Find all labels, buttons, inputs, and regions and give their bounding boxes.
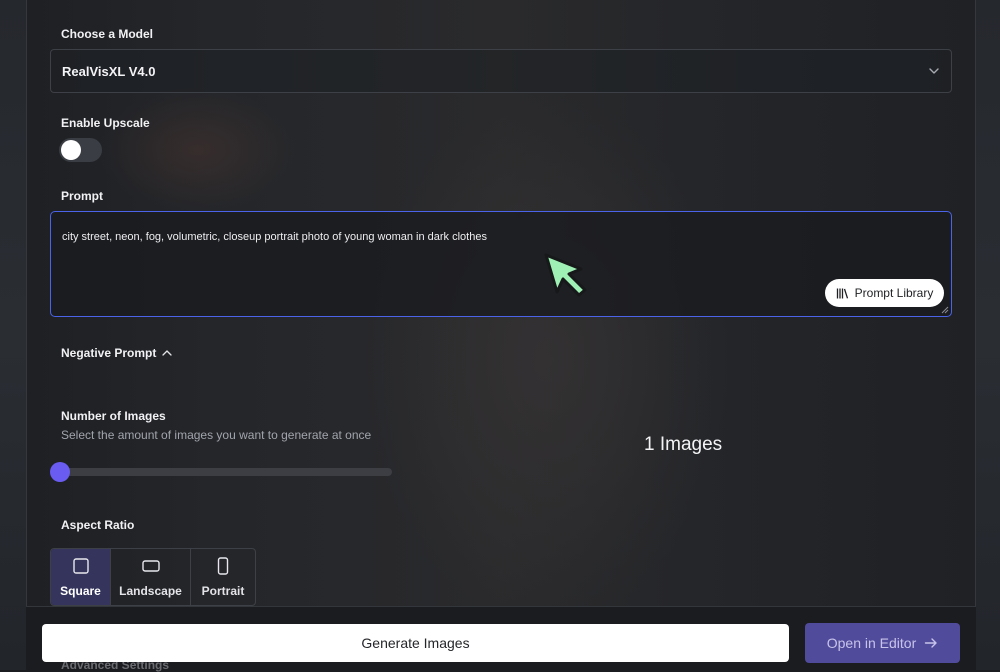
generate-images-button[interactable]: Generate Images bbox=[42, 624, 789, 662]
prompt-library-label: Prompt Library bbox=[854, 286, 934, 300]
num-images-description: Select the amount of images you want to … bbox=[61, 428, 372, 442]
negative-prompt-toggle[interactable]: Negative Prompt bbox=[61, 346, 173, 360]
chevron-up-icon bbox=[162, 350, 173, 356]
upscale-toggle[interactable] bbox=[59, 138, 102, 162]
prompt-label: Prompt bbox=[61, 189, 103, 203]
chevron-down-icon bbox=[929, 68, 939, 74]
left-backdrop bbox=[0, 0, 26, 670]
aspect-option-label: Square bbox=[60, 584, 101, 598]
aspect-ratio-group: Square Landscape Portrait bbox=[50, 548, 256, 606]
aspect-option-label: Landscape bbox=[119, 584, 182, 598]
right-backdrop bbox=[976, 0, 1000, 670]
aspect-ratio-label: Aspect Ratio bbox=[61, 518, 135, 532]
portrait-icon bbox=[217, 557, 229, 575]
aspect-option-landscape[interactable]: Landscape bbox=[111, 549, 191, 605]
prompt-library-button[interactable]: Prompt Library bbox=[825, 279, 944, 307]
arrow-right-icon bbox=[925, 638, 937, 648]
num-images-slider-track[interactable] bbox=[55, 468, 392, 476]
num-images-label: Number of Images bbox=[61, 409, 166, 423]
negative-prompt-label: Negative Prompt bbox=[61, 346, 157, 360]
upscale-label: Enable Upscale bbox=[61, 116, 150, 130]
aspect-option-label: Portrait bbox=[201, 584, 245, 598]
num-images-value: 1 Images bbox=[644, 434, 723, 455]
open-in-editor-button[interactable]: Open in Editor bbox=[805, 623, 960, 663]
aspect-option-portrait[interactable]: Portrait bbox=[191, 549, 255, 605]
mouse-cursor-icon bbox=[544, 253, 587, 297]
model-label: Choose a Model bbox=[61, 27, 154, 41]
prompt-text: city street, neon, fog, volumetric, clos… bbox=[62, 231, 487, 243]
square-icon bbox=[72, 558, 89, 574]
aspect-option-square[interactable]: Square bbox=[51, 549, 111, 605]
landscape-icon bbox=[141, 560, 160, 572]
resize-handle-icon[interactable] bbox=[941, 306, 949, 314]
generate-images-label: Generate Images bbox=[361, 635, 470, 651]
num-images-slider-thumb[interactable] bbox=[50, 462, 70, 482]
library-icon bbox=[836, 288, 848, 298]
toggle-knob bbox=[61, 140, 81, 160]
open-in-editor-label: Open in Editor bbox=[826, 635, 917, 651]
model-select-value: RealVisXL V4.0 bbox=[62, 64, 156, 79]
model-select[interactable]: RealVisXL V4.0 bbox=[50, 49, 952, 93]
prompt-textarea[interactable]: city street, neon, fog, volumetric, clos… bbox=[50, 211, 952, 317]
